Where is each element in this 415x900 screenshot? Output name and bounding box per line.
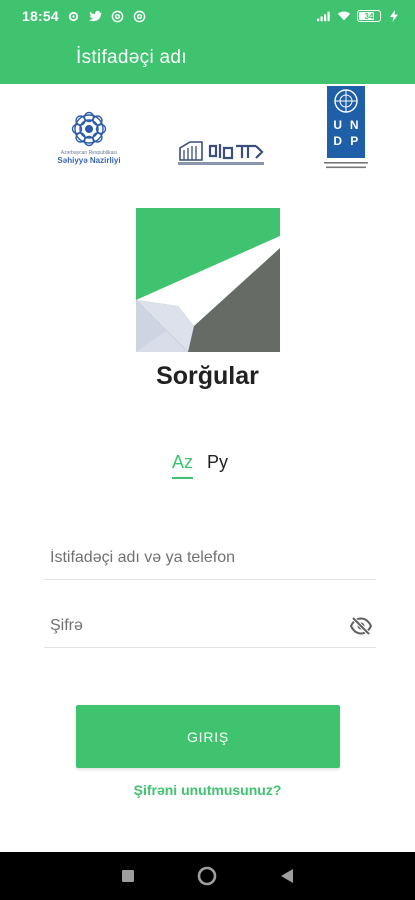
app-logo xyxy=(136,208,280,352)
undp-logo-box: U N D P xyxy=(327,86,365,158)
undp-letter: D xyxy=(333,134,343,148)
at-sign-icon xyxy=(133,9,147,23)
username-input[interactable] xyxy=(44,536,376,579)
wifi-icon xyxy=(337,9,351,23)
language-option-az[interactable]: Az xyxy=(172,452,194,479)
twitter-icon xyxy=(88,9,103,23)
status-left: 18:54 xyxy=(22,8,147,24)
ministry-of-health-logo: Azərbaycan Respublikası Səhiyyə Nazirliy… xyxy=(44,110,134,174)
app-bar: İstifadəçi adı xyxy=(0,32,415,84)
charging-icon xyxy=(387,9,401,23)
moh-logo-line2: Səhiyyə Nazirliyi xyxy=(57,156,121,165)
forgot-password-link[interactable]: Şifrəni unutmusunuz? xyxy=(0,782,415,798)
status-bar: 18:54 34 xyxy=(0,0,415,32)
undp-subtitle xyxy=(324,162,368,169)
system-nav-bar xyxy=(0,852,415,900)
battery-level: 34 xyxy=(364,11,374,21)
partner-logos: Azərbaycan Respublikası Səhiyyə Nazirliy… xyxy=(0,84,415,184)
battery-icon: 34 xyxy=(357,10,381,22)
settings-gear-icon xyxy=(67,9,81,23)
at-sign-icon xyxy=(111,9,125,23)
undp-logo: U N D P xyxy=(316,86,376,176)
username-field xyxy=(44,536,376,580)
status-right: 34 xyxy=(317,9,401,23)
health-institute-logo xyxy=(176,136,268,170)
login-button[interactable]: GIRIŞ xyxy=(76,705,340,768)
status-time: 18:54 xyxy=(22,8,59,24)
undp-letter: N xyxy=(349,118,359,132)
app-name: Sorğular xyxy=(156,362,259,390)
password-field xyxy=(44,604,376,648)
password-input[interactable] xyxy=(44,604,376,647)
undp-letter: P xyxy=(350,134,359,148)
signal-icon xyxy=(317,9,331,23)
app-bar-title: İstifadəçi adı xyxy=(76,47,187,68)
language-switch: Az Ру xyxy=(172,452,228,479)
home-icon[interactable] xyxy=(195,864,219,888)
recent-apps-icon[interactable] xyxy=(116,864,140,888)
visibility-off-icon[interactable] xyxy=(349,616,373,636)
back-icon[interactable] xyxy=(275,864,299,888)
language-option-ru[interactable]: Ру xyxy=(207,452,228,479)
undp-letter: U xyxy=(333,118,343,132)
